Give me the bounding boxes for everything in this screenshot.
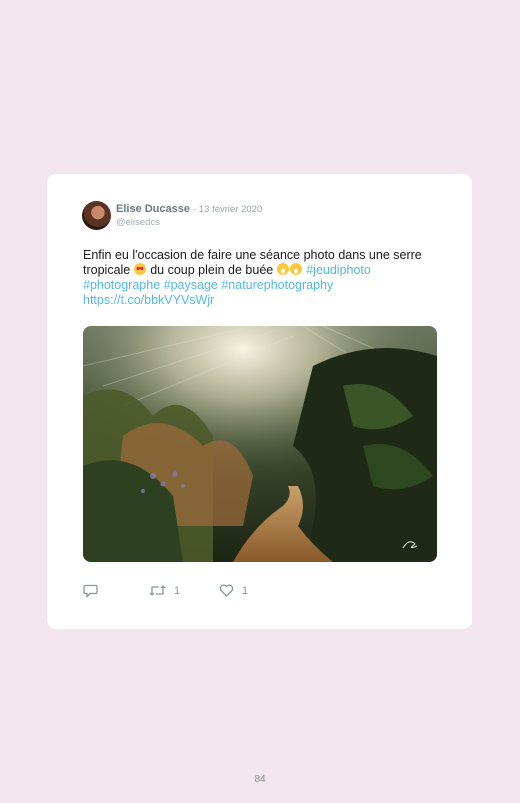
author-avatar[interactable]: [82, 201, 111, 230]
like-button[interactable]: 1: [219, 584, 248, 597]
hashtag-link[interactable]: #photographe: [83, 278, 160, 292]
heart-eyes-emoji-icon: [133, 263, 146, 275]
heart-icon: [219, 584, 234, 597]
tweet-photo[interactable]: [83, 326, 437, 562]
tweet-url-link[interactable]: https://t.co/bbkVYVsWjr: [83, 293, 214, 307]
tweet-text-part2: du coup plein de buée: [150, 263, 274, 277]
reply-button[interactable]: [83, 584, 98, 598]
tweet-actions: 1 1: [83, 584, 443, 600]
author-handle[interactable]: @elisedcs: [116, 217, 160, 228]
hashtag-link[interactable]: #naturephotography: [221, 278, 333, 292]
retweet-button[interactable]: 1: [149, 584, 180, 597]
tweet-text: Enfin eu l'occasion de faire une séance …: [83, 248, 438, 308]
hashtag-link[interactable]: #jeudiphoto: [306, 263, 371, 277]
like-count: 1: [242, 584, 249, 597]
tweet-date[interactable]: · 13 février 2020: [193, 204, 262, 215]
grinning-emoji-icon: [276, 263, 289, 275]
tweet-card: Elise Ducasse · 13 février 2020 @elisedc…: [47, 174, 472, 629]
author-name[interactable]: Elise Ducasse: [116, 203, 190, 215]
retweet-icon: [149, 585, 166, 596]
greenhouse-photo: [83, 326, 437, 562]
page-number: 84: [254, 774, 266, 785]
hashtag-link[interactable]: #paysage: [164, 278, 218, 292]
tweet-header: Elise Ducasse · 13 février 2020: [116, 203, 262, 216]
grinning-emoji-icon: [289, 263, 302, 275]
retweet-count: 1: [174, 584, 181, 597]
reply-icon: [83, 584, 98, 598]
